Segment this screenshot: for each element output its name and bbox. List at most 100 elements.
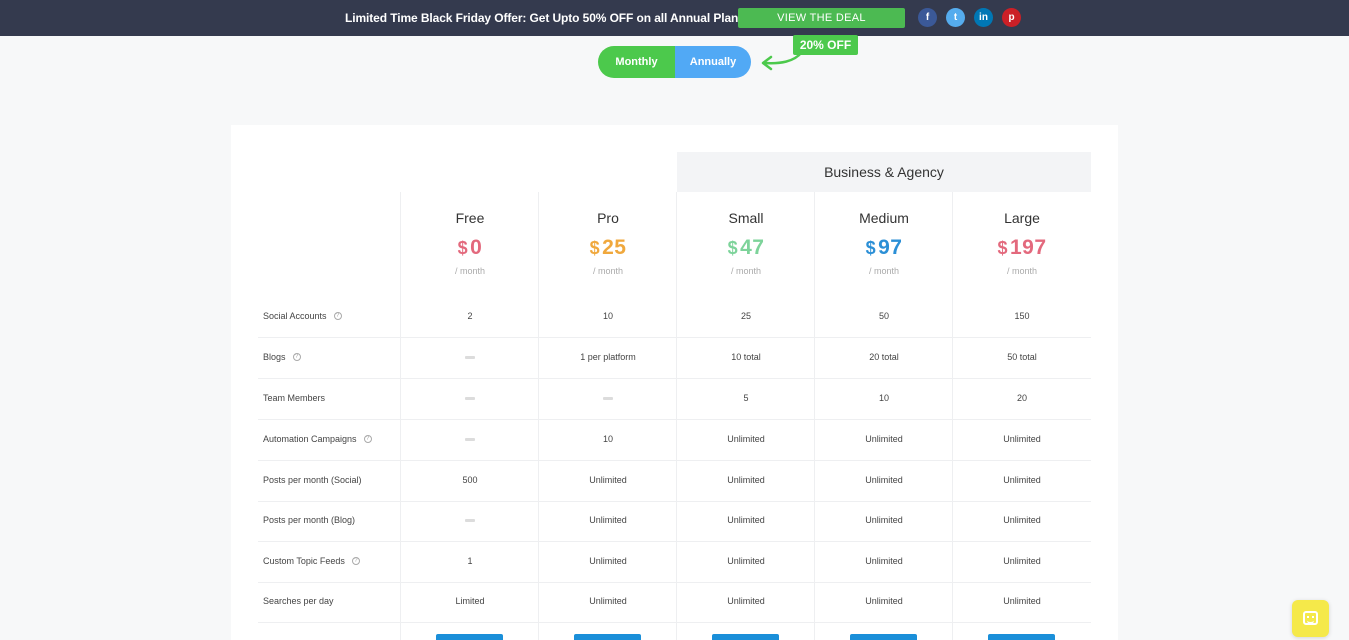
feature-row: Searches per day Limited Unlimited Unlimite… (258, 581, 1091, 622)
linkedin-icon[interactable]: in (974, 8, 993, 27)
feature-value: Unlimited (865, 515, 903, 525)
feature-value: Unlimited (865, 475, 903, 485)
feature-value (401, 337, 539, 378)
feature-value: Unlimited (1003, 475, 1041, 485)
promo-banner: Limited Time Black Friday Offer: Get Upt… (0, 0, 1349, 36)
help-icon[interactable]: ? (363, 434, 372, 443)
feature-value: Unlimited (865, 556, 903, 566)
currency-symbol: $ (997, 238, 1008, 258)
feature-value: Unlimited (727, 515, 765, 525)
feature-row: Team Members 5 10 20 (258, 378, 1091, 419)
feature-row: Social Accounts? 2 10 25 50 150 (258, 296, 1091, 337)
feature-value: 1 (467, 556, 473, 566)
feature-value: Unlimited (1003, 596, 1041, 606)
feature-row: Posts per month (Social) 500 Unlimited Unli… (258, 460, 1091, 501)
plan-0: Free $0 / month (401, 192, 539, 276)
not-included-icon (465, 438, 475, 442)
currency-symbol: $ (589, 238, 601, 258)
discount-badge: 20% OFF (793, 35, 858, 55)
plan-name: Pro (597, 210, 619, 226)
feature-value: 20 (1016, 393, 1027, 403)
annually-option[interactable]: Annually (675, 46, 751, 78)
row-divider (258, 622, 1091, 623)
plan-3: Medium $97 / month (815, 192, 953, 276)
plan-price: $25 (539, 236, 677, 260)
plan-price: $197 (953, 236, 1091, 260)
plan-price: $47 (677, 236, 815, 260)
feature-value: Limited (455, 596, 485, 606)
plan-name: Free (455, 210, 485, 226)
feature-label-text: Blogs (263, 352, 286, 362)
currency-symbol: $ (865, 238, 877, 258)
plan-price: $0 (401, 236, 539, 260)
help-icon[interactable]: ? (292, 352, 301, 361)
feature-row: Automation Campaigns? 10 Unlimited Unlimite… (258, 419, 1091, 460)
twitter-icon[interactable]: t (946, 8, 965, 27)
chat-widget[interactable] (1292, 600, 1329, 637)
feature-label-text: Social Accounts (263, 311, 327, 321)
feature-value (401, 378, 539, 419)
feature-value: Unlimited (1003, 434, 1041, 444)
view-deal-button[interactable]: VIEW THE DEAL (738, 8, 905, 28)
feature-value: Unlimited (589, 596, 627, 606)
plan-4: Large $197 / month (953, 192, 1091, 276)
facebook-icon[interactable]: f (918, 8, 937, 27)
plan-period: / month (454, 266, 485, 276)
chat-icon (1303, 611, 1318, 625)
not-included-icon (603, 397, 613, 401)
help-icon[interactable]: ? (333, 311, 342, 320)
feature-value: Unlimited (865, 596, 903, 606)
feature-label: Custom Topic Feeds? (263, 541, 360, 582)
feature-value: Unlimited (589, 475, 627, 485)
feature-label: Searches per day (263, 581, 334, 622)
select-plan-button[interactable] (436, 634, 503, 640)
feature-value: Unlimited (727, 596, 765, 606)
feature-value (401, 419, 539, 460)
feature-value: Unlimited (865, 434, 903, 444)
pricing-table: Business & Agency Free $0 / month Pro $25 / m… (231, 125, 1118, 640)
monthly-option[interactable]: Monthly (598, 46, 675, 78)
select-plan-button[interactable] (574, 634, 641, 640)
not-included-icon (465, 397, 475, 401)
feature-value (539, 378, 677, 419)
feature-label-text: Custom Topic Feeds (263, 556, 345, 566)
plan-period: / month (1006, 266, 1037, 276)
feature-label-text: Team Members (263, 393, 326, 403)
feature-label-text: Automation Campaigns (263, 434, 357, 444)
help-icon[interactable]: ? (351, 556, 360, 565)
feature-label: Team Members (263, 378, 325, 419)
feature-value (401, 500, 539, 541)
feature-row: Posts per month (Blog) Unlimited Unlimited… (258, 500, 1091, 541)
feature-value: Unlimited (1003, 515, 1041, 525)
plan-1: Pro $25 / month (539, 192, 677, 276)
plan-name: Small (728, 210, 764, 226)
group-heading: Business & Agency (677, 152, 1091, 192)
not-included-icon (465, 519, 475, 523)
feature-row: Custom Topic Feeds? 1 Unlimited Unlimited Un… (258, 541, 1091, 582)
pinterest-icon[interactable]: p (1002, 8, 1021, 27)
feature-value: Unlimited (727, 434, 765, 444)
feature-value: Unlimited (727, 475, 765, 485)
feature-label: Social Accounts? (263, 296, 342, 337)
select-plan-button[interactable] (850, 634, 917, 640)
feature-value: 1 per platform (580, 352, 636, 362)
feature-value: Unlimited (727, 556, 765, 566)
feature-label: Posts per month (Blog) (263, 500, 355, 541)
plan-name: Large (1004, 210, 1040, 226)
feature-value: 20 total (869, 352, 899, 362)
select-plan-button[interactable] (712, 634, 779, 640)
feature-label-text: Posts per month (Blog) (263, 515, 356, 525)
feature-label: Blogs? (263, 337, 301, 378)
billing-toggle[interactable]: Monthly Annually (598, 46, 751, 78)
not-included-icon (465, 356, 475, 360)
feature-value: Unlimited (589, 556, 627, 566)
price-amount: 97 (878, 236, 903, 259)
price-amount: 0 (470, 236, 483, 259)
feature-label-text: Posts per month (Social) (263, 475, 362, 485)
feature-value: Unlimited (589, 515, 627, 525)
feature-value: 25 (740, 311, 751, 321)
feature-value: 10 (878, 393, 889, 403)
select-plan-button[interactable] (988, 634, 1055, 640)
currency-symbol: $ (727, 238, 739, 258)
feature-value: 50 total (1007, 352, 1037, 362)
